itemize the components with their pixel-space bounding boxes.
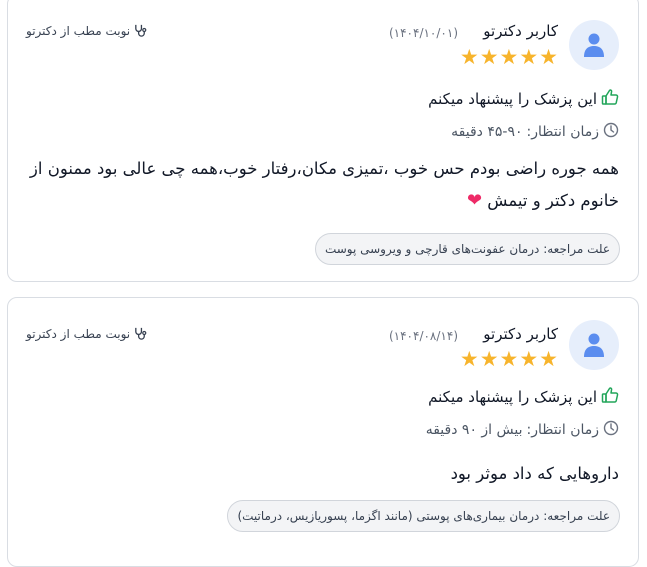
heart-icon: ❤ [466,190,483,211]
wait-time: زمان انتظار: بیش از ۹۰ دقیقه [426,420,619,440]
recommend-label: این پزشک را پیشنهاد میکنم [428,388,597,406]
comment-text: همه جوره راضی بودم حس خوب ،تمیزی مکان،رف… [29,159,619,210]
rating-stars: ★ ★ ★ ★ ★ [460,349,558,370]
review-card: کاربر دکترتو (۱۴۰۴/۱۰/۰۱) ★ ★ ★ ★ ★ نوبت… [7,0,639,282]
recommend-label: این پزشک را پیشنهاد میکنم [428,90,597,108]
recommend-line: این پزشک را پیشنهاد میکنم [428,386,619,408]
review-date: (۱۴۰۴/۱۰/۰۱) [388,26,458,40]
review-comment: همه جوره راضی بودم حس خوب ،تمیزی مکان،رف… [29,153,619,217]
star-icon: ★ [479,45,499,69]
stethoscope-icon [133,23,148,38]
review-comment: داروهایی که داد موثر بود [29,458,619,490]
clock-icon [603,420,619,440]
booking-source: نوبت مطب از دکترتو [26,326,148,341]
wait-value: ۴۵-۹۰ دقیقه [451,124,523,140]
clock-icon [603,122,619,142]
stethoscope-icon [133,326,148,341]
thumbs-up-icon [601,88,619,110]
booking-label: نوبت مطب از دکترتو [26,23,131,38]
wait-time: زمان انتظار: ۴۵-۹۰ دقیقه [451,122,619,142]
star-icon: ★ [499,347,519,371]
visit-reason-chip: علت مراجعه: درمان بیماری‌های پوستی (مانن… [227,500,620,532]
star-icon: ★ [499,45,519,69]
star-icon: ★ [519,45,539,69]
star-icon: ★ [539,45,558,69]
recommend-line: این پزشک را پیشنهاد میکنم [428,88,619,110]
star-icon: ★ [539,347,558,371]
review-author: کاربر دکترتو [483,22,558,40]
wait-label: زمان انتظار: [526,422,600,438]
thumbs-up-icon [601,386,619,408]
star-icon: ★ [459,45,479,69]
booking-source: نوبت مطب از دکترتو [26,23,148,38]
star-icon: ★ [519,347,539,371]
visit-reason-chip: علت مراجعه: درمان عفونت‌های قارچی و ویرو… [314,233,620,265]
avatar [569,20,619,70]
reason-value: درمان عفونت‌های قارچی و ویروسی پوست [324,242,540,256]
rating-stars: ★ ★ ★ ★ ★ [460,47,558,68]
review-card: کاربر دکترتو (۱۴۰۴/۰۸/۱۴) ★ ★ ★ ★ ★ نوبت… [7,297,639,567]
avatar [569,320,619,370]
reason-label: علت مراجعه: [543,509,610,523]
comment-text: داروهایی که داد موثر بود [450,464,619,483]
wait-value: بیش از ۹۰ دقیقه [425,422,523,438]
user-icon [584,33,604,57]
star-icon: ★ [459,347,479,371]
wait-label: زمان انتظار: [526,124,600,140]
reason-label: علت مراجعه: [543,242,610,256]
booking-label: نوبت مطب از دکترتو [26,326,131,341]
reason-value: درمان بیماری‌های پوستی (مانند اگزما، پسو… [237,509,540,523]
user-icon [584,333,604,357]
review-author: کاربر دکترتو [483,325,558,343]
review-date: (۱۴۰۴/۰۸/۱۴) [388,329,458,343]
star-icon: ★ [479,347,499,371]
